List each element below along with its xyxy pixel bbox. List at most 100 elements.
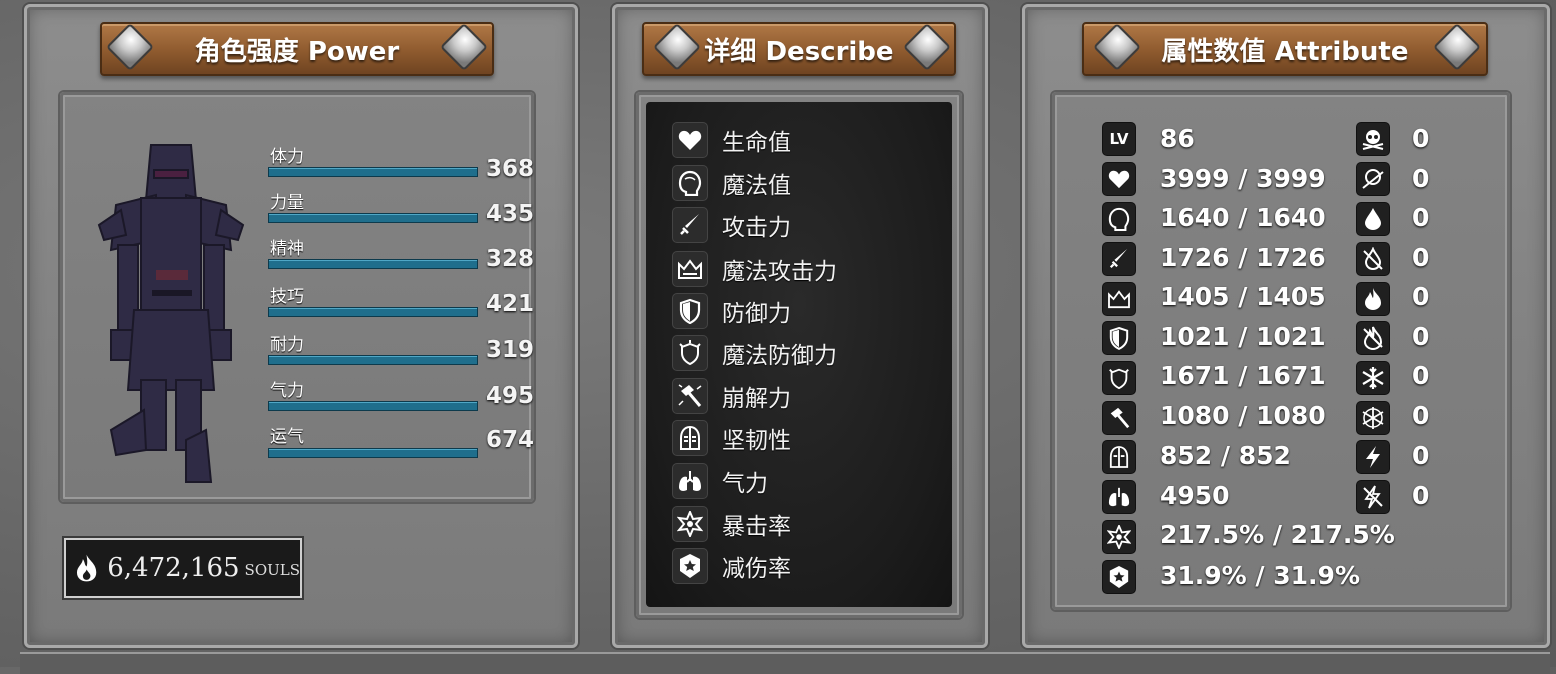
attribute-magic-defense-value: 1671 / 1671 [1160, 361, 1326, 390]
stat-value: 674 [486, 427, 535, 453]
stat-label: 气力 [270, 381, 304, 401]
fire-icon [1356, 282, 1390, 316]
skull-icon [1356, 122, 1390, 156]
describe-item-toughness: 坚韧性 [672, 420, 791, 456]
attribute-resist-value: 0 [1412, 481, 1430, 510]
attribute-resist-value: 0 [1412, 282, 1430, 311]
describe-label: 气力 [722, 471, 768, 497]
attribute-defense-value: 1021 / 1021 [1160, 322, 1326, 351]
describe-item-hp: 生命值 [672, 122, 791, 158]
lungs-icon [1102, 480, 1136, 514]
fire-resist-icon [1356, 321, 1390, 355]
flame-icon [76, 554, 97, 582]
stat-label: 技巧 [270, 287, 304, 307]
attribute-resist-value: 0 [1412, 401, 1430, 430]
power-panel-title-banner: 角色强度 Power [100, 22, 494, 76]
souls-value: 6,472,165 [107, 553, 240, 583]
star-burst-icon [1102, 520, 1136, 554]
describe-label: 攻击力 [722, 215, 791, 241]
stat-label: 体力 [270, 147, 304, 167]
attribute-vigor-value: 4950 [1160, 481, 1230, 510]
bottom-panel-edge [20, 652, 1550, 674]
attribute-damage-reduction-value: 31.9% / 31.9% [1160, 561, 1360, 590]
stat-value: 368 [486, 156, 535, 182]
describe-item-magic-defense: 魔法防御力 [672, 335, 837, 371]
stat-value: 435 [486, 201, 535, 227]
attribute-panel-title-banner: 属性数值 Attribute [1082, 22, 1488, 76]
shield-icon [1102, 321, 1136, 355]
head-icon [1102, 202, 1136, 236]
sword-icon [1102, 242, 1136, 276]
attribute-level-value: 86 [1160, 124, 1195, 153]
magic-shield-icon [672, 335, 708, 371]
attribute-toughness-value: 852 / 852 [1160, 441, 1291, 470]
head-icon [672, 165, 708, 201]
badge-shield-icon [1102, 560, 1136, 594]
describe-item-magic-attack: 魔法攻击力 [672, 251, 837, 287]
level-icon-text: LV [1109, 130, 1129, 148]
stat-bar [268, 167, 478, 177]
heart-icon [672, 122, 708, 158]
attribute-resist-value: 0 [1412, 203, 1430, 232]
crown-magic-icon [1102, 282, 1136, 316]
frost-resist-icon [1356, 401, 1390, 435]
stat-value: 421 [486, 291, 535, 317]
stat-label: 耐力 [270, 335, 304, 355]
stat-value: 319 [486, 337, 535, 363]
describe-item-defense: 防御力 [672, 293, 791, 329]
hammer-icon [1102, 401, 1136, 435]
stat-label: 精神 [270, 239, 304, 259]
describe-item-damage-reduction: 减伤率 [672, 548, 791, 584]
stat-bar [268, 355, 478, 365]
describe-label: 崩解力 [722, 386, 791, 412]
describe-label: 防御力 [722, 301, 791, 327]
stat-value: 328 [486, 246, 535, 272]
attribute-resist-value: 0 [1412, 441, 1430, 470]
souls-unit: SOULS [244, 561, 300, 579]
stat-bar [268, 448, 478, 458]
crown-magic-icon [672, 251, 708, 287]
frost-icon [1356, 361, 1390, 395]
power-panel-title: 角色强度 Power [194, 36, 400, 67]
attribute-crit-rate-value: 217.5% / 217.5% [1160, 520, 1395, 549]
attribute-mp-value: 1640 / 1640 [1160, 203, 1326, 232]
sword-icon [672, 207, 708, 243]
attribute-attack-value: 1726 / 1726 [1160, 243, 1326, 272]
describe-label: 坚韧性 [722, 428, 791, 454]
toxic-skull-icon [1356, 162, 1390, 196]
drop-icon [1356, 202, 1390, 236]
lightning-resist-icon [1356, 480, 1390, 514]
level-icon: LV [1102, 122, 1136, 156]
describe-label: 魔法防御力 [722, 343, 837, 369]
attribute-resist-value: 0 [1412, 361, 1430, 390]
attribute-panel-title: 属性数值 Attribute [1161, 36, 1409, 67]
stat-label: 运气 [270, 427, 304, 447]
badge-shield-icon [672, 548, 708, 584]
magic-shield-icon [1102, 361, 1136, 395]
lungs-icon [672, 463, 708, 499]
stat-bar [268, 401, 478, 411]
helmet-icon [1102, 440, 1136, 474]
star-burst-icon [672, 506, 708, 542]
attribute-hp-value: 3999 / 3999 [1160, 164, 1326, 193]
describe-item-attack: 攻击力 [672, 207, 791, 243]
stat-bar [268, 213, 478, 223]
describe-item-mp: 魔法值 [672, 165, 791, 201]
character-model [97, 144, 245, 483]
souls-counter: 6,472,165 SOULS [64, 538, 302, 598]
describe-label: 减伤率 [722, 556, 791, 582]
stat-bar [268, 259, 478, 269]
attribute-resist-value: 0 [1412, 243, 1430, 272]
attribute-resist-value: 0 [1412, 322, 1430, 351]
describe-item-crit-rate: 暴击率 [672, 506, 791, 542]
lightning-icon [1356, 440, 1390, 474]
attribute-break-value: 1080 / 1080 [1160, 401, 1326, 430]
stat-label: 力量 [270, 193, 304, 213]
stat-bar [268, 307, 478, 317]
describe-label: 魔法值 [722, 173, 791, 199]
stat-value: 495 [486, 383, 535, 409]
describe-item-vigor: 气力 [672, 463, 768, 499]
describe-label: 魔法攻击力 [722, 259, 837, 285]
attribute-magic-attack-value: 1405 / 1405 [1160, 282, 1326, 311]
attribute-resist-value: 0 [1412, 124, 1430, 153]
